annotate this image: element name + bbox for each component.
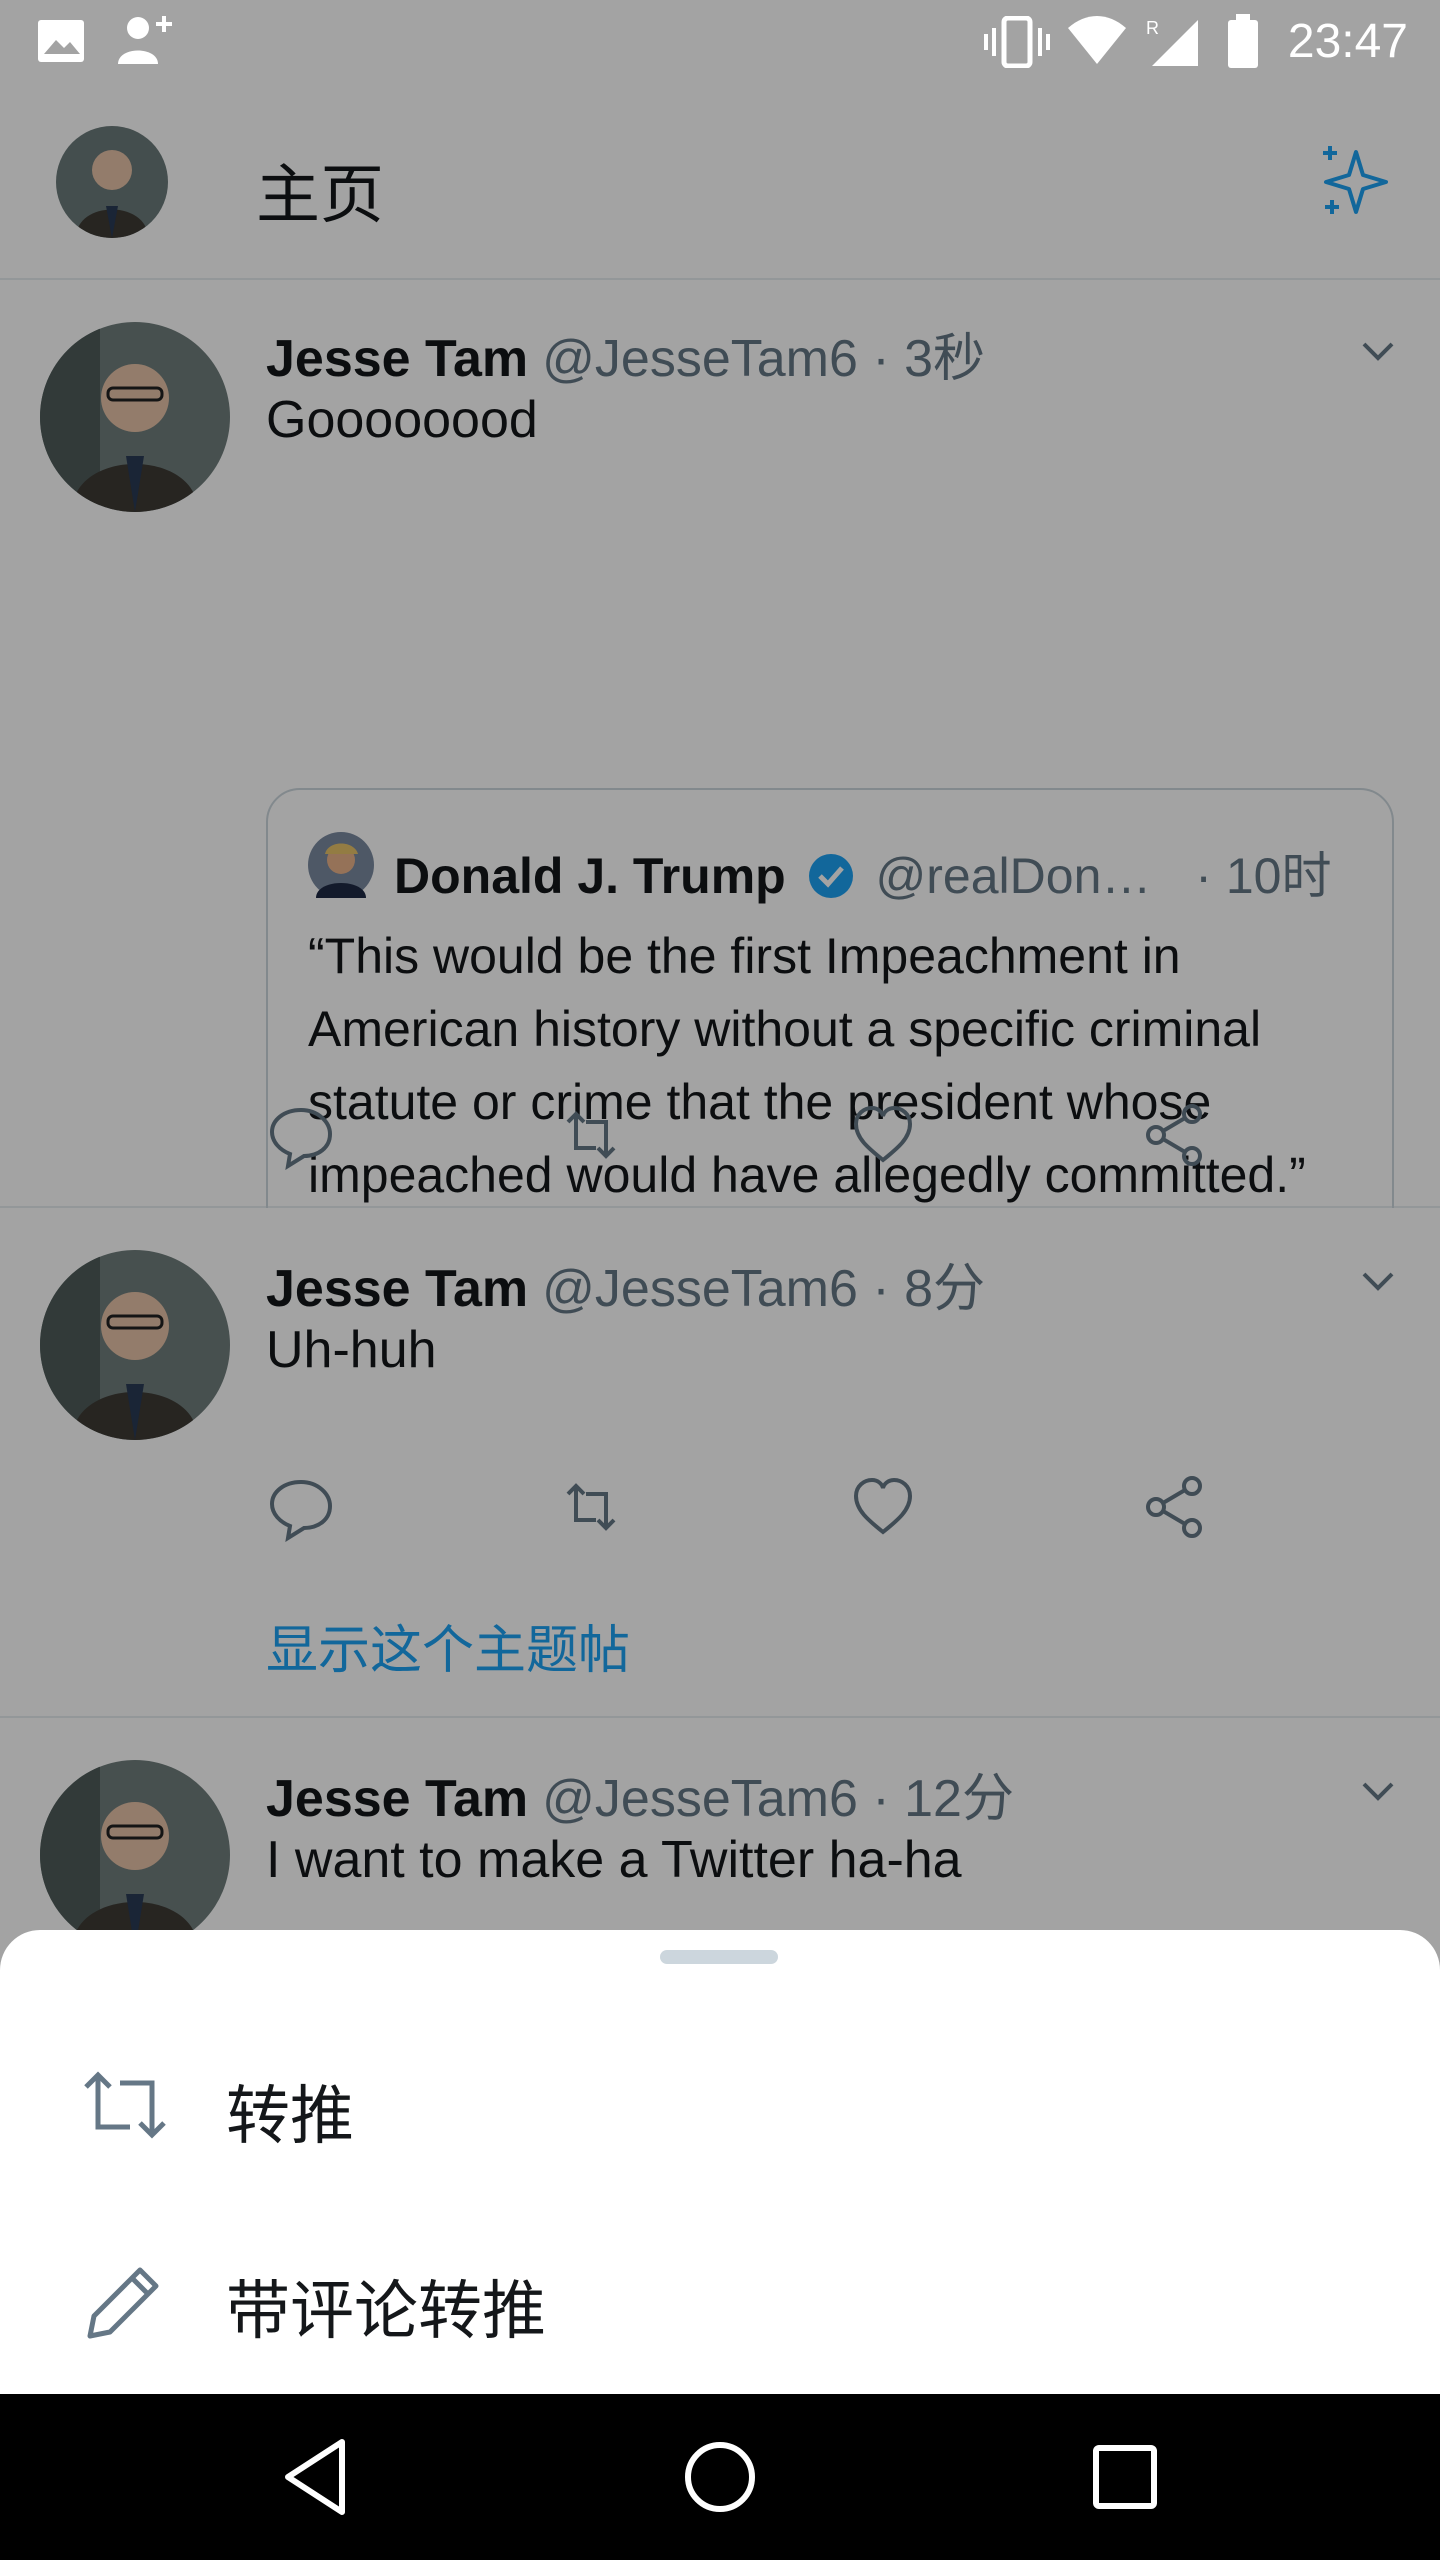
retweet-options-sheet: 转推 带评论转推	[0, 1930, 1440, 2394]
recents-icon[interactable]	[1080, 2432, 1170, 2522]
home-icon[interactable]	[675, 2432, 765, 2522]
retweet-icon	[84, 2071, 166, 2139]
sheet-item-quote-tweet[interactable]: 带评论转推	[0, 2205, 1440, 2395]
sheet-item-retweet[interactable]: 转推	[0, 2010, 1440, 2200]
sheet-item-label: 带评论转推	[226, 2275, 546, 2349]
status-bar: R 23:47	[0, 0, 1440, 84]
wifi-icon	[1068, 16, 1126, 64]
pencil-icon	[87, 2267, 159, 2339]
system-nav-bar	[0, 2394, 1440, 2560]
gallery-notification-icon	[38, 20, 84, 62]
status-time: 23:47	[1287, 15, 1408, 68]
vibrate-icon	[984, 16, 1050, 68]
sheet-drag-handle[interactable]	[660, 1950, 778, 1964]
svg-text:R: R	[1146, 18, 1159, 38]
battery-icon	[1228, 14, 1258, 68]
add-user-notification-icon	[118, 16, 172, 64]
sheet-item-label: 转推	[226, 2080, 354, 2154]
cellular-signal-icon: R	[1146, 18, 1198, 66]
back-icon[interactable]	[270, 2432, 360, 2522]
